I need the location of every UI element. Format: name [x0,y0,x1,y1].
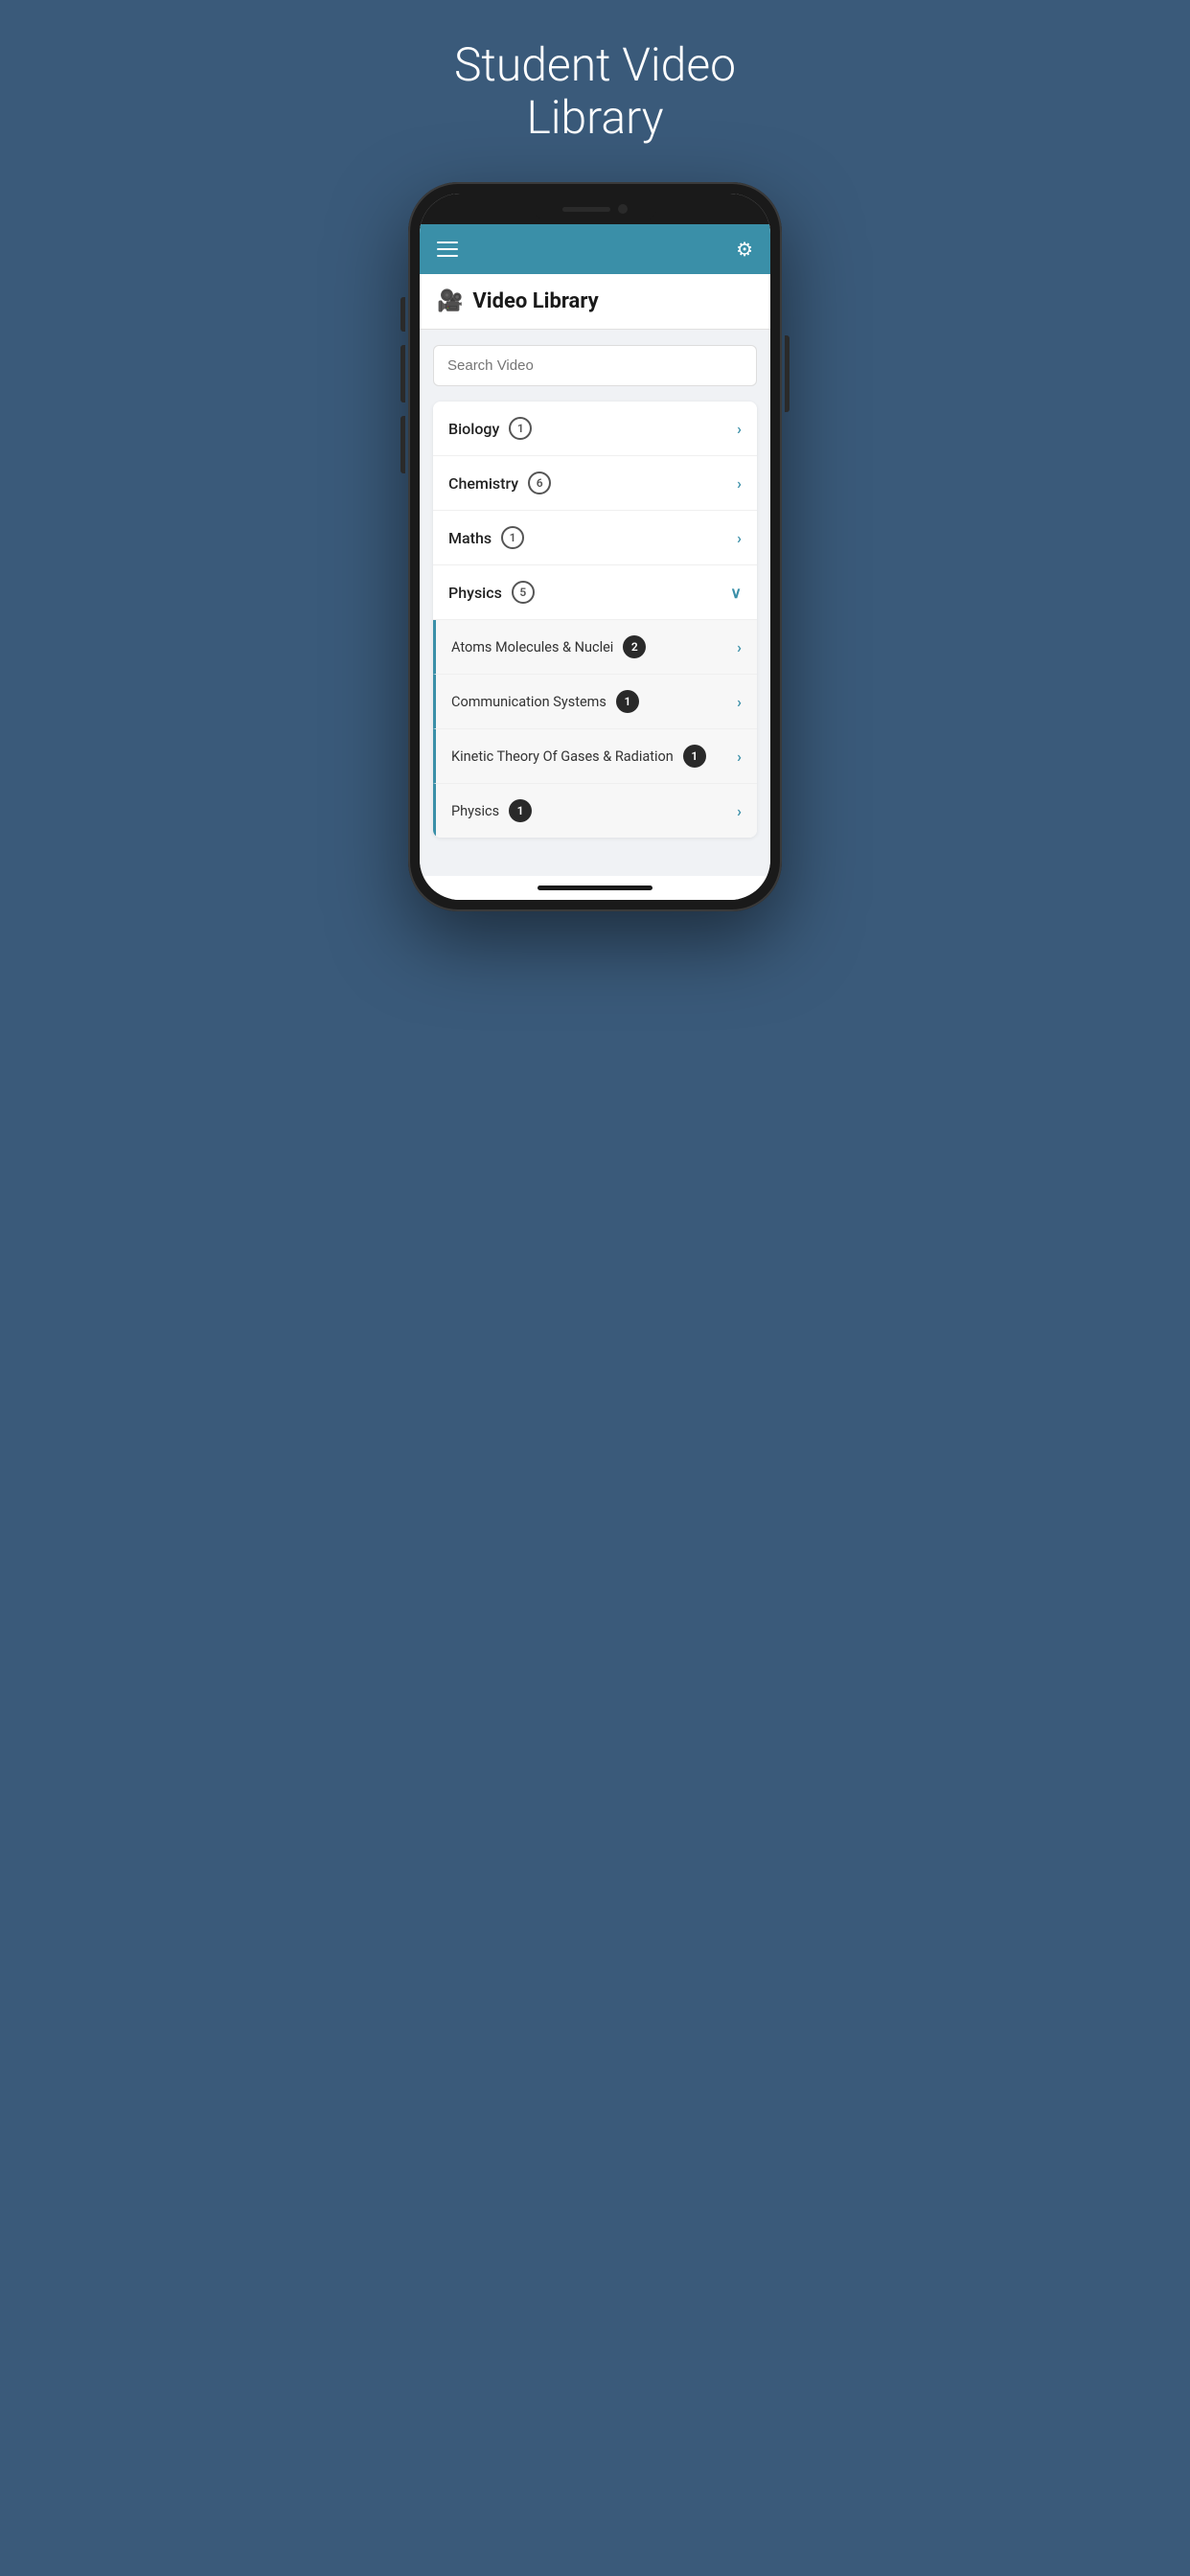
physics-sub-chevron-right-icon: › [737,802,742,820]
maths-chevron-right-icon: › [737,529,742,547]
maths-label: Maths [448,529,492,547]
communication-chevron-right-icon: › [737,693,742,711]
biology-label: Biology [448,420,499,438]
phone-shell: ⚙ 🎥 Video Library Biology 1 › [408,182,782,911]
list-item-physics[interactable]: Physics 5 ∨ [433,565,757,620]
menu-button[interactable] [437,242,458,257]
list-item-atoms[interactable]: Atoms Molecules & Nuclei 2 › [433,620,757,675]
list-item-communication[interactable]: Communication Systems 1 › [433,675,757,729]
home-indicator [420,876,770,900]
atoms-label: Atoms Molecules & Nuclei [451,639,613,656]
biology-count-badge: 1 [509,417,532,440]
physics-sub-count-badge: 1 [509,799,532,822]
library-title: Video Library [472,289,598,313]
search-input[interactable] [433,345,757,386]
settings-icon[interactable]: ⚙ [736,238,753,261]
physics-label: Physics [448,584,502,602]
chemistry-count-badge: 6 [528,472,551,494]
notch [533,196,657,222]
list-item-maths[interactable]: Maths 1 › [433,511,757,565]
speaker [562,207,610,212]
notch-area [420,194,770,224]
biology-chevron-right-icon: › [737,420,742,438]
list-item-biology[interactable]: Biology 1 › [433,402,757,456]
atoms-chevron-right-icon: › [737,638,742,656]
physics-count-badge: 5 [512,581,535,604]
chemistry-label: Chemistry [448,474,518,493]
chemistry-chevron-right-icon: › [737,474,742,493]
list-item-physics-sub[interactable]: Physics 1 › [433,784,757,838]
atoms-count-badge: 2 [623,635,646,658]
phone-screen: ⚙ 🎥 Video Library Biology 1 › [420,194,770,900]
physics-sub-label: Physics [451,803,499,819]
communication-label: Communication Systems [451,694,606,710]
home-bar[interactable] [538,886,652,890]
communication-count-badge: 1 [616,690,639,713]
library-header: 🎥 Video Library [420,274,770,330]
kinetic-chevron-right-icon: › [737,748,742,766]
list-item-kinetic[interactable]: Kinetic Theory Of Gases & Radiation 1 › [433,729,757,784]
search-area [420,330,770,402]
kinetic-count-badge: 1 [683,745,706,768]
video-camera-icon: 🎥 [437,289,463,313]
top-bar: ⚙ [420,224,770,274]
front-camera [618,204,628,214]
app-content: ⚙ 🎥 Video Library Biology 1 › [420,224,770,876]
category-list: Biology 1 › Chemistry 6 › Maths [433,402,757,838]
page-title: Student Video Library [454,38,736,144]
kinetic-label: Kinetic Theory Of Gases & Radiation [451,748,674,765]
maths-count-badge: 1 [501,526,524,549]
physics-chevron-down-icon: ∨ [730,584,742,602]
list-item-chemistry[interactable]: Chemistry 6 › [433,456,757,511]
